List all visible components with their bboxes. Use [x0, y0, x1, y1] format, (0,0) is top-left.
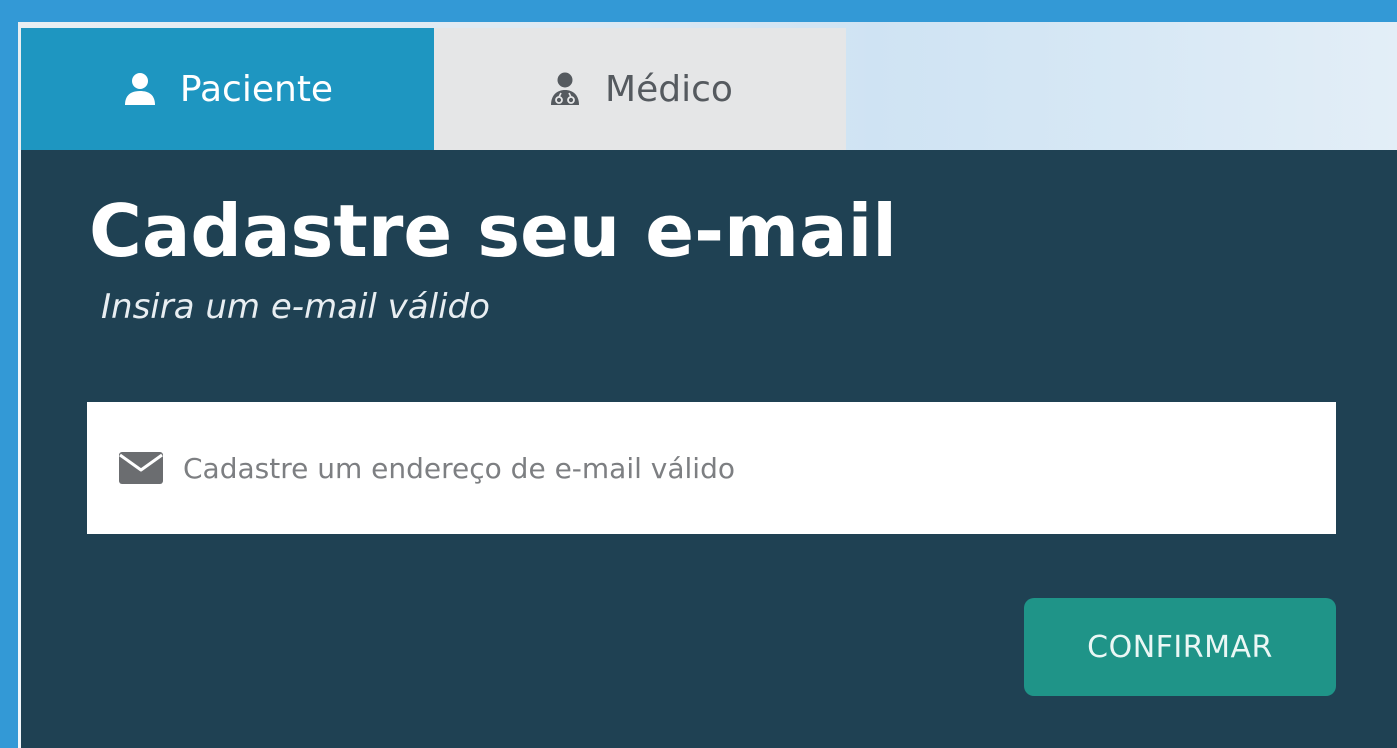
confirm-button[interactable]: CONFIRMAR	[1024, 598, 1336, 696]
auth-card: Paciente Médico Cadastre seu e-mail Insi…	[18, 22, 1397, 748]
page-background: Paciente Médico Cadastre seu e-mail Insi…	[0, 0, 1397, 748]
tab-medico[interactable]: Médico	[434, 28, 846, 150]
email-form-panel: Cadastre seu e-mail Insira um e-mail vál…	[21, 150, 1397, 748]
email-field[interactable]	[87, 402, 1336, 534]
tab-paciente[interactable]: Paciente	[21, 28, 434, 150]
email-input[interactable]	[181, 437, 1336, 499]
user-icon	[122, 71, 158, 107]
envelope-icon	[119, 452, 163, 484]
page-subtitle: Insira um e-mail válido	[101, 287, 490, 327]
tab-paciente-label: Paciente	[179, 68, 334, 110]
page-title: Cadastre seu e-mail	[89, 189, 897, 273]
doctor-icon	[547, 71, 583, 107]
tab-medico-label: Médico	[605, 68, 733, 110]
